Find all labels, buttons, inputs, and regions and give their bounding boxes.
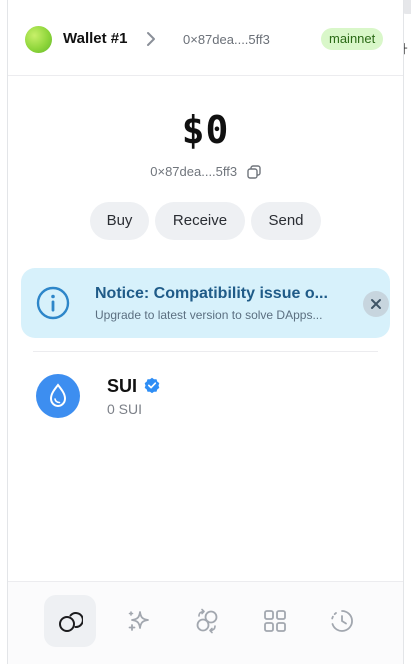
header-address[interactable]: 0×87dea....5ff3 xyxy=(183,32,270,47)
token-amount: 0 SUI xyxy=(107,401,143,417)
buy-button[interactable]: Buy xyxy=(90,202,149,240)
network-badge[interactable]: mainnet xyxy=(321,28,384,50)
bottom-navigation xyxy=(8,581,403,664)
history-icon xyxy=(331,610,353,632)
balance-amount: $0 xyxy=(181,108,230,152)
section-divider xyxy=(33,351,378,352)
close-icon xyxy=(371,299,381,309)
copy-icon[interactable] xyxy=(247,165,261,179)
nav-swap[interactable] xyxy=(181,595,233,647)
swap-icon xyxy=(196,608,218,634)
send-button[interactable]: Send xyxy=(251,202,321,240)
verified-badge-icon xyxy=(144,377,160,393)
token-row[interactable]: SUI 0 SUI xyxy=(8,370,403,426)
notice-title: Notice: Compatibility issue o... xyxy=(95,285,328,302)
token-name: SUI xyxy=(107,376,138,396)
wallet-name[interactable]: Wallet #1 xyxy=(63,30,127,47)
nav-apps[interactable] xyxy=(249,595,301,647)
home-icon xyxy=(59,612,83,632)
nav-home[interactable] xyxy=(44,595,96,647)
action-buttons: Buy Receive Send xyxy=(8,202,403,240)
wallet-address: 0×87dea....5ff3 xyxy=(150,164,238,179)
nav-discover[interactable] xyxy=(113,595,165,647)
nav-history[interactable] xyxy=(316,595,368,647)
sparkle-icon xyxy=(128,611,149,631)
notice-close-button[interactable] xyxy=(363,291,389,317)
receive-button[interactable]: Receive xyxy=(155,202,245,240)
apps-grid-icon xyxy=(264,610,286,632)
wallet-header: Wallet #1 0×87dea....5ff3 mainnet xyxy=(8,0,403,76)
notice-text: Upgrade to latest version to solve DApps… xyxy=(95,308,323,322)
water-drop-icon xyxy=(49,383,67,408)
address-row: 0×87dea....5ff3 xyxy=(8,164,403,179)
sui-token-icon xyxy=(36,374,80,418)
chevron-right-icon[interactable] xyxy=(144,30,158,48)
wallet-avatar[interactable] xyxy=(25,26,52,53)
compatibility-notice[interactable]: Notice: Compatibility issue o... Upgrade… xyxy=(21,268,390,338)
info-icon xyxy=(36,286,70,320)
wallet-popup: Wallet #1 0×87dea....5ff3 mainnet $0 0×8… xyxy=(7,0,404,664)
